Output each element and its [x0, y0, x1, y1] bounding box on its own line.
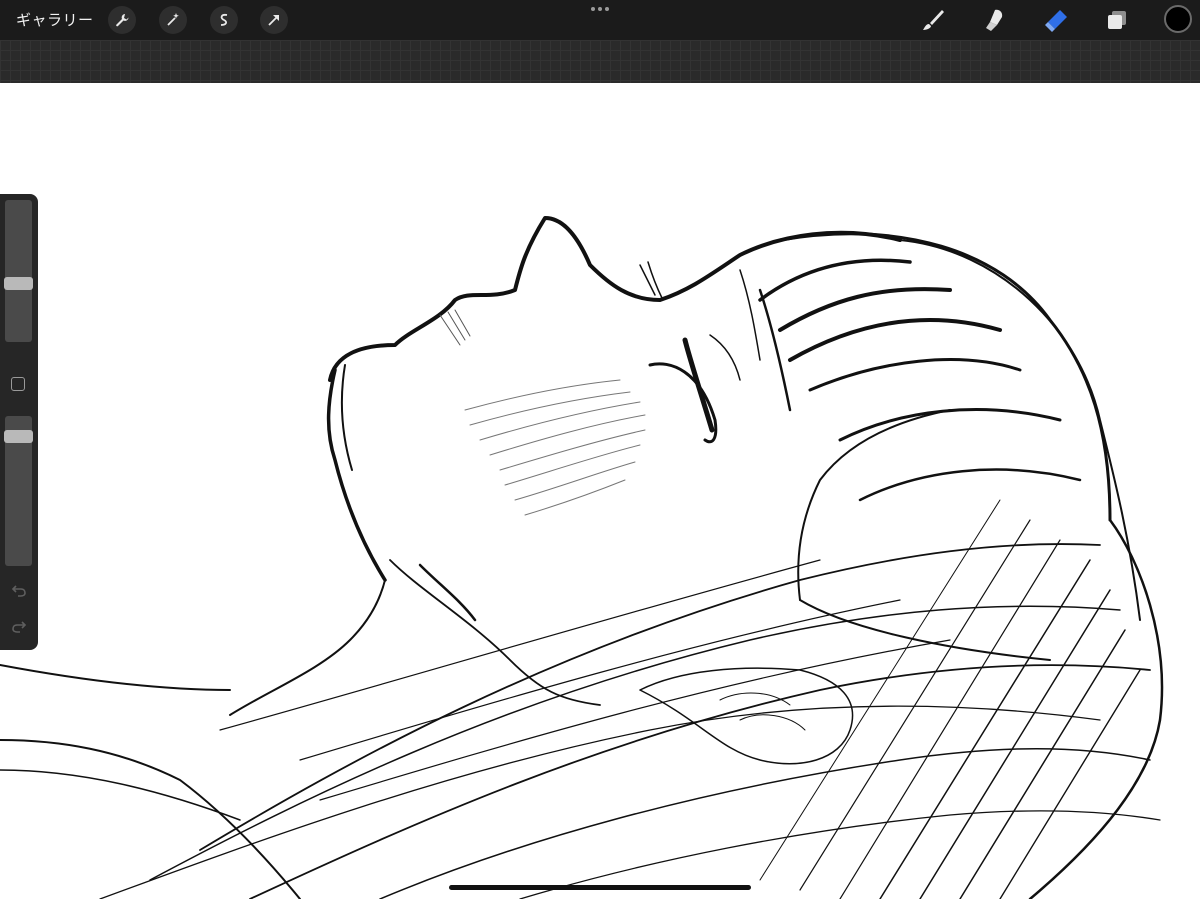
top-toolbar: ギャラリー — [0, 0, 1200, 40]
gallery-button[interactable]: ギャラリー — [16, 9, 94, 30]
opacity-thumb[interactable] — [4, 429, 33, 443]
more-dots-icon[interactable] — [588, 2, 612, 16]
brush-size-thumb[interactable] — [4, 277, 33, 291]
side-toolbar — [0, 194, 38, 650]
redo-icon[interactable] — [8, 618, 30, 636]
brush-size-slider[interactable] — [5, 200, 32, 342]
brush-icon[interactable] — [918, 5, 948, 35]
eraser-icon[interactable] — [1041, 5, 1071, 35]
layers-icon[interactable] — [1102, 5, 1132, 35]
selection-icon[interactable] — [210, 6, 238, 34]
magic-wand-icon[interactable] — [159, 6, 187, 34]
sketch-artwork — [0, 216, 1164, 899]
wrench-icon[interactable] — [108, 6, 136, 34]
home-indicator[interactable] — [449, 885, 751, 890]
square-modify-icon[interactable] — [11, 377, 25, 391]
transform-arrow-icon[interactable] — [260, 6, 288, 34]
drawing-canvas[interactable] — [0, 83, 1200, 899]
smudge-icon[interactable] — [979, 5, 1009, 35]
canvas-grid-background — [0, 40, 1200, 83]
undo-icon[interactable] — [8, 582, 30, 600]
color-picker-swatch[interactable] — [1164, 5, 1192, 33]
